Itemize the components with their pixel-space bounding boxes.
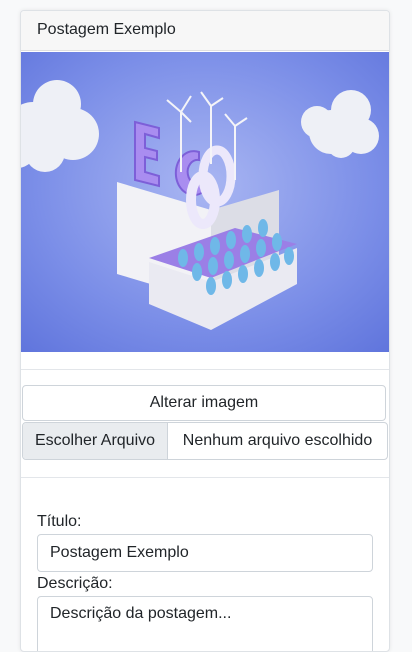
file-status-text: Nenhum arquivo escolhido xyxy=(182,432,373,449)
file-input[interactable]: Escolher Arquivo Nenhum arquivo escolhid… xyxy=(22,422,388,460)
title-input[interactable]: Postagem Exemplo xyxy=(37,534,373,572)
description-textarea[interactable]: Descrição da postagem... xyxy=(37,596,373,651)
change-image-button[interactable]: Alterar imagem xyxy=(22,385,386,421)
post-card: Postagem Exemplo Alterar imagem Escolher… xyxy=(20,10,390,652)
choose-file-button[interactable]: Escolher Arquivo xyxy=(23,423,168,459)
description-label: Descrição: xyxy=(37,575,113,592)
card-header: Postagem Exemplo xyxy=(21,11,389,51)
title-label: Título: xyxy=(37,513,82,530)
divider xyxy=(21,477,389,478)
card-title: Postagem Exemplo xyxy=(37,21,176,38)
post-image xyxy=(21,52,389,352)
divider xyxy=(21,369,389,370)
